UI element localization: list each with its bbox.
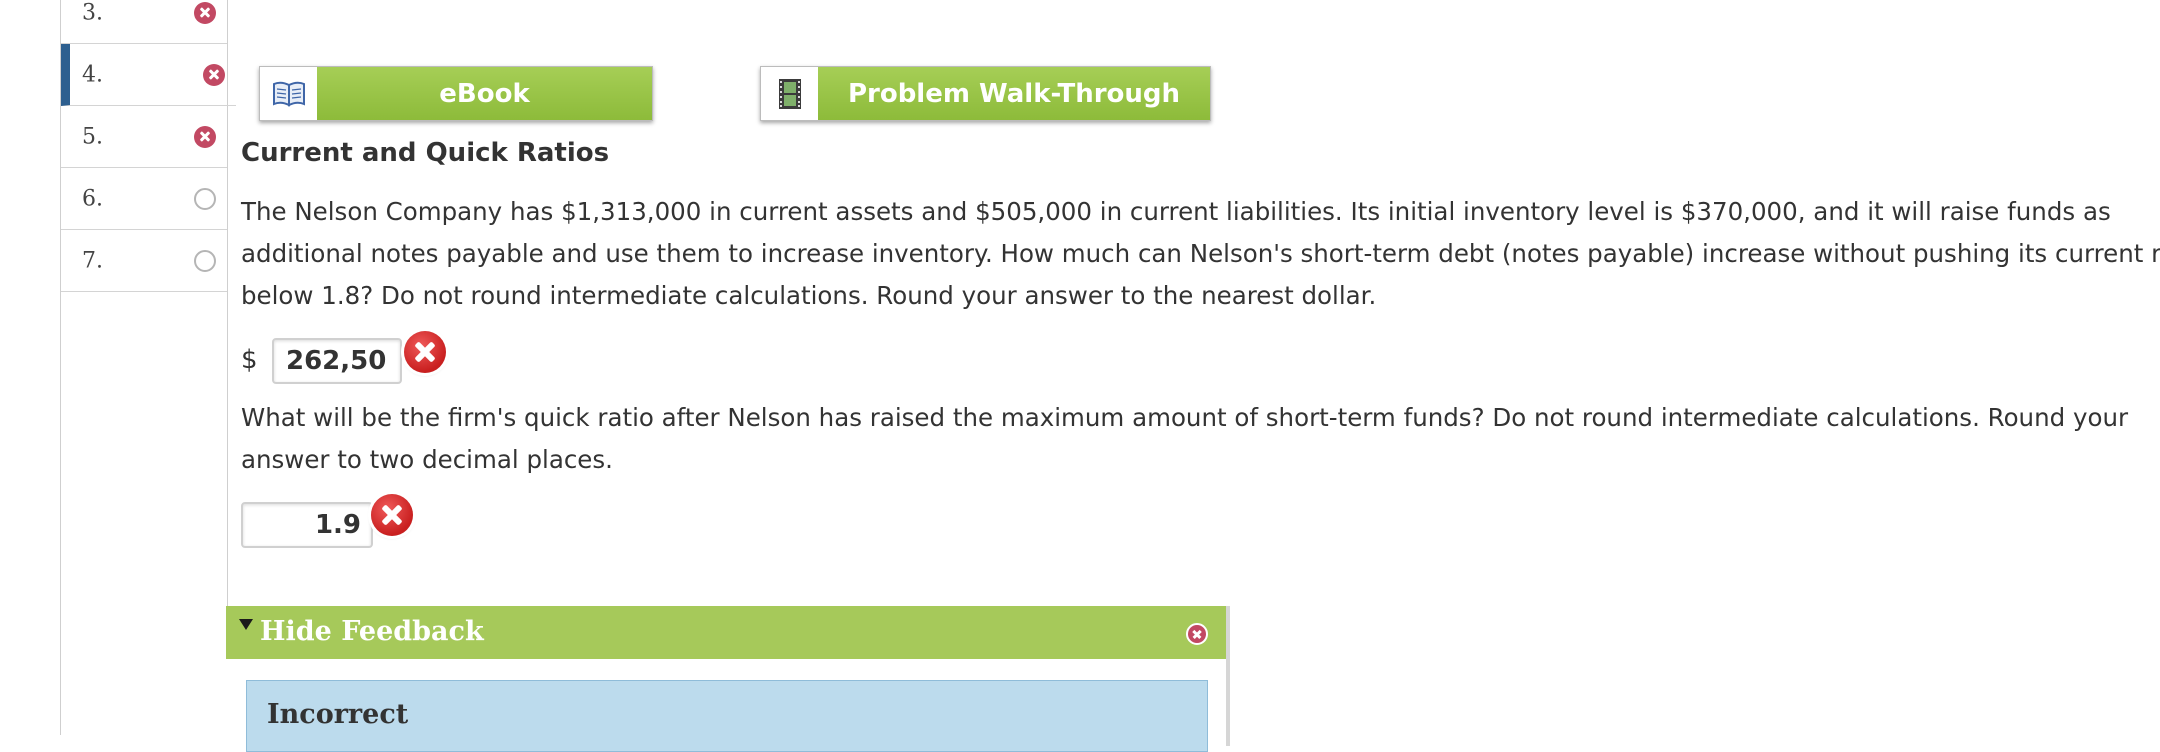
question-1-text: The Nelson Company has $1,313,000 in cur… xyxy=(241,197,2160,310)
collapse-triangle-icon xyxy=(239,619,253,630)
answer-2-input[interactable]: 1.9 xyxy=(241,502,373,548)
hide-feedback-toggle[interactable]: Hide Feedback xyxy=(260,616,484,647)
incorrect-icon xyxy=(194,125,216,148)
close-icon[interactable] xyxy=(1186,623,1208,645)
sidebar-item-q4[interactable]: 4. xyxy=(61,44,236,106)
question-number: 5. xyxy=(82,124,103,149)
unanswered-circle-icon xyxy=(194,187,216,210)
incorrect-x-icon xyxy=(404,331,446,373)
question-sidebar: 3. 4. 5. 6. 7. xyxy=(60,0,236,735)
question-number: 6. xyxy=(82,186,103,211)
currency-symbol: $ xyxy=(241,345,258,375)
feedback-result: Incorrect xyxy=(267,699,409,730)
walkthrough-label: Problem Walk-Through xyxy=(818,67,1210,120)
incorrect-icon xyxy=(194,1,216,24)
answer-1-input[interactable]: 262,50 xyxy=(272,338,402,384)
incorrect-x-icon xyxy=(371,494,413,536)
feedback-panel: Hide Feedback Incorrect xyxy=(226,606,1230,752)
incorrect-icon xyxy=(203,63,225,86)
ebook-button[interactable]: eBook xyxy=(259,66,653,121)
book-icon xyxy=(260,67,317,120)
question-number: 4. xyxy=(82,62,103,87)
sidebar-item-q3[interactable]: 3. xyxy=(61,0,227,44)
unanswered-circle-icon xyxy=(194,249,216,272)
question-number: 7. xyxy=(82,248,103,273)
ebook-label: eBook xyxy=(317,67,652,120)
problem-walkthrough-button[interactable]: Problem Walk-Through xyxy=(760,66,1211,121)
sidebar-item-q7[interactable]: 7. xyxy=(61,230,227,292)
feedback-body: Incorrect xyxy=(246,680,1208,752)
question-2-text: What will be the firm's quick ratio afte… xyxy=(241,403,2129,474)
feedback-header[interactable]: Hide Feedback xyxy=(226,606,1226,659)
problem-title: Current and Quick Ratios xyxy=(241,138,610,168)
sidebar-item-q6[interactable]: 6. xyxy=(61,168,227,230)
sidebar-item-q5[interactable]: 5. xyxy=(61,106,227,168)
question-number: 3. xyxy=(82,0,103,25)
film-strip-icon xyxy=(761,67,818,120)
